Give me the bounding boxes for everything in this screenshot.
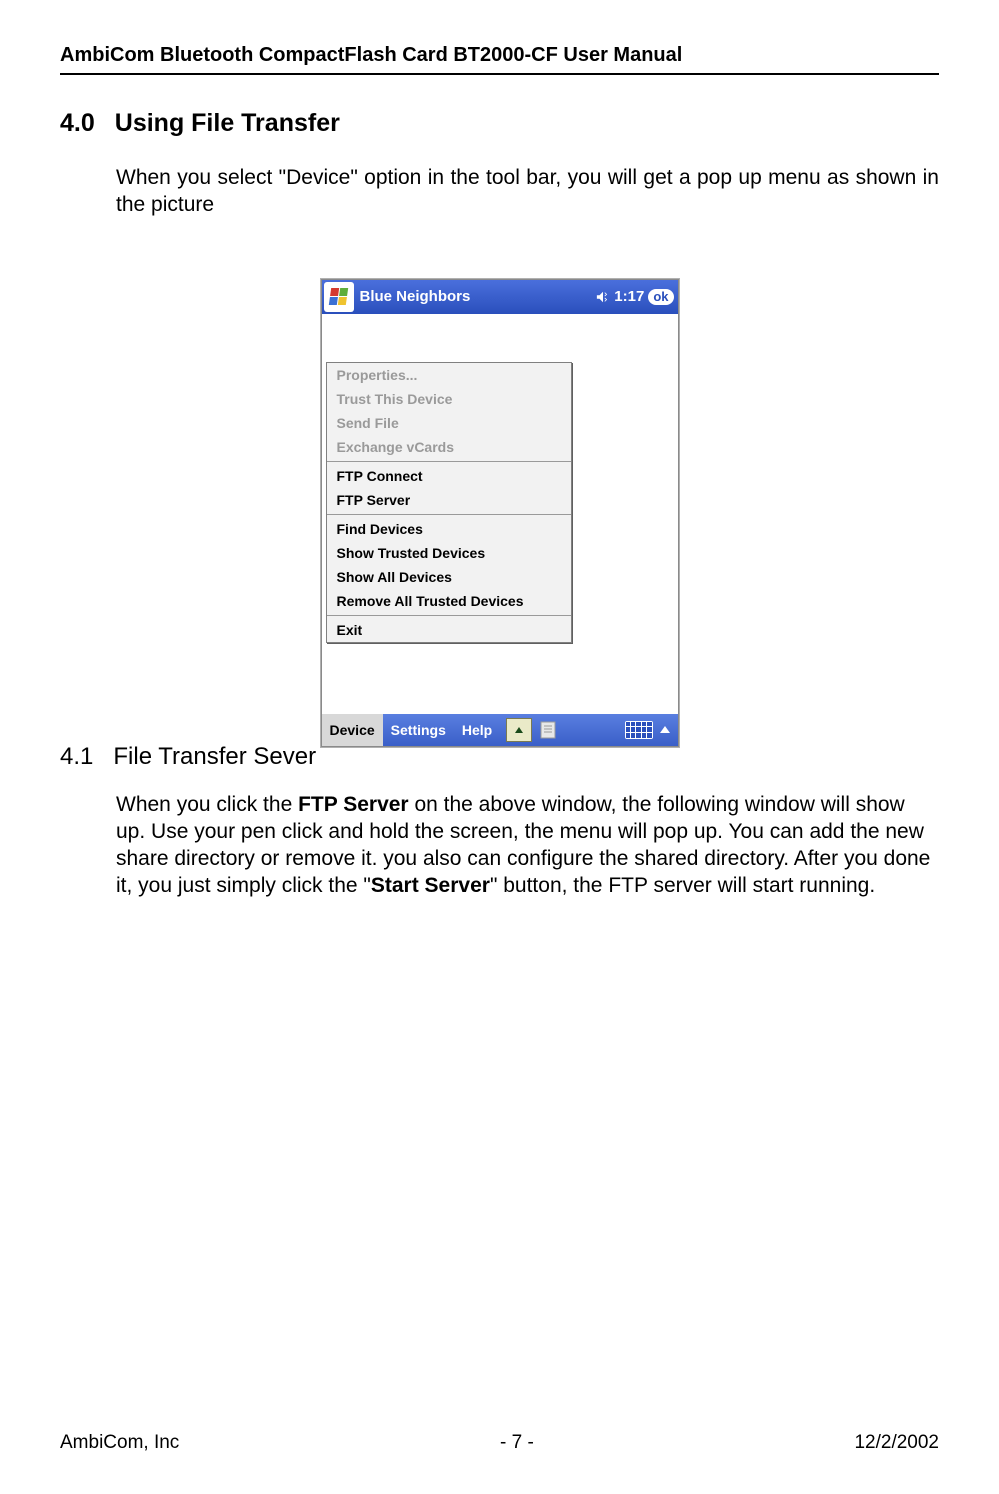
device-screenshot: Blue Neighbors 1:17 ok Properties... Tru… (321, 279, 679, 747)
menu-ftp-server[interactable]: FTP Server (327, 488, 571, 512)
text: " button, the FTP server will start runn… (490, 874, 875, 897)
toolbar-settings[interactable]: Settings (383, 714, 454, 746)
section-4-1-paragraph: When you click the FTP Server on the abo… (60, 791, 939, 900)
window-title: Blue Neighbors (360, 288, 597, 305)
footer-left: AmbiCom, Inc (60, 1432, 179, 1454)
menu-find-devices[interactable]: Find Devices (327, 517, 571, 541)
device-popup-menu: Properties... Trust This Device Send Fil… (326, 362, 572, 643)
folder-up-icon[interactable] (506, 718, 532, 742)
document-icon[interactable] (538, 720, 560, 740)
bold-text: Start Server (371, 874, 490, 897)
menu-separator (327, 461, 571, 462)
text: When you click the (116, 793, 298, 816)
section-number: 4.0 (60, 109, 95, 138)
bold-text: FTP Server (298, 793, 409, 816)
menu-send-file[interactable]: Send File (327, 411, 571, 435)
speaker-icon[interactable] (596, 290, 610, 304)
toolbar-help[interactable]: Help (454, 714, 500, 746)
content-area: Properties... Trust This Device Send Fil… (322, 314, 678, 714)
section-4-0-paragraph: When you select "Device" option in the t… (60, 164, 939, 219)
menu-properties[interactable]: Properties... (327, 363, 571, 387)
section-number: 4.1 (60, 743, 93, 771)
bottom-toolbar: Device Settings Help (322, 714, 678, 746)
menu-remove-trusted[interactable]: Remove All Trusted Devices (327, 589, 571, 613)
chevron-up-icon (660, 726, 670, 733)
menu-exchange-vcards[interactable]: Exchange vCards (327, 435, 571, 459)
toolbar-device[interactable]: Device (322, 714, 383, 746)
keyboard-icon (625, 721, 653, 739)
window-titlebar: Blue Neighbors 1:17 ok (322, 280, 678, 314)
menu-exit[interactable]: Exit (327, 618, 571, 642)
menu-trust-device[interactable]: Trust This Device (327, 387, 571, 411)
page-footer: AmbiCom, Inc - 7 - 12/2/2002 (60, 1432, 939, 1454)
doc-header: AmbiCom Bluetooth CompactFlash Card BT20… (60, 44, 939, 73)
ok-button[interactable]: ok (648, 289, 673, 305)
menu-separator (327, 615, 571, 616)
section-title: Using File Transfer (115, 109, 340, 138)
menu-show-all[interactable]: Show All Devices (327, 565, 571, 589)
footer-right: 12/2/2002 (854, 1432, 939, 1454)
section-4-0-heading: 4.0 Using File Transfer (60, 109, 939, 138)
menu-separator (327, 514, 571, 515)
up-arrow-icon (515, 727, 523, 733)
footer-center: - 7 - (500, 1432, 534, 1454)
menu-show-trusted[interactable]: Show Trusted Devices (327, 541, 571, 565)
toolbar-keyboard[interactable] (617, 714, 678, 746)
clock-time[interactable]: 1:17 (614, 288, 644, 305)
section-4-1-heading: 4.1 File Transfer Sever (60, 743, 939, 771)
windows-start-icon[interactable] (324, 282, 354, 312)
section-title: File Transfer Sever (113, 743, 316, 771)
menu-ftp-connect[interactable]: FTP Connect (327, 464, 571, 488)
windows-flag-icon (329, 288, 348, 305)
header-rule (60, 73, 939, 75)
